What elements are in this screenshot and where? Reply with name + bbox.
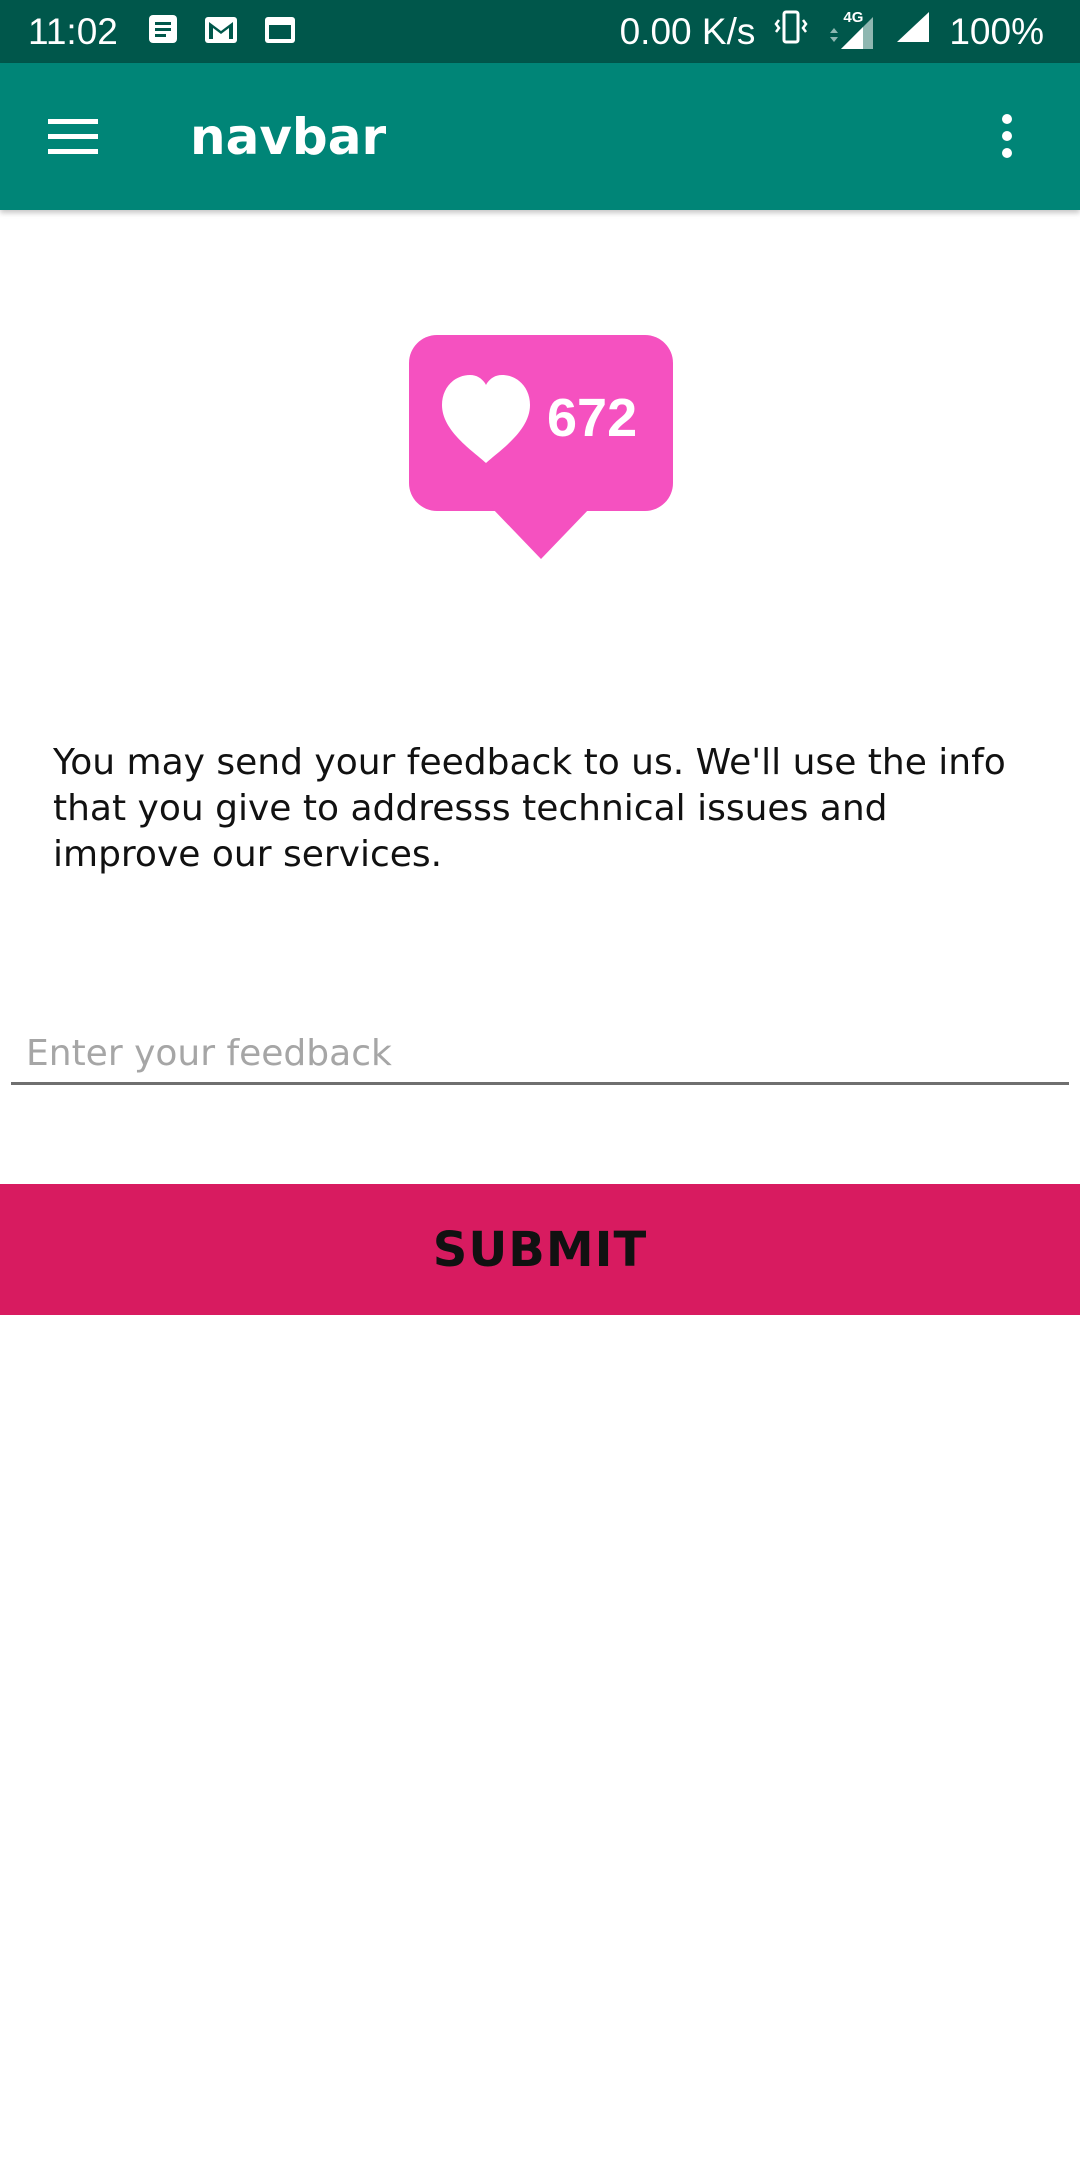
battery-level: 100% [949,10,1044,52]
net-speed: 0.00 K/s [619,10,756,52]
status-time: 11:02 [28,10,118,52]
feedback-input[interactable] [11,1025,1069,1085]
like-count: 672 [547,388,638,448]
status-bar: 11:02 0.00 K/s 4G 100% [0,0,1080,63]
menu-button[interactable] [36,100,110,174]
submit-button[interactable]: SUBMIT [0,1184,1080,1315]
feedback-info-text: You may send your feedback to us. We'll … [53,742,1006,875]
status-bar-right: 0.00 K/s 4G 100% [602,9,1044,53]
signal-4g-icon: 4G [827,9,877,51]
window-icon [264,11,296,53]
page-title: navbar [190,107,387,166]
notes-icon [148,11,178,53]
more-vert-icon [1002,114,1012,158]
status-bar-left: 11:02 [28,11,322,53]
overflow-menu-button[interactable] [970,99,1044,173]
vibrate-icon [773,10,809,53]
network-type: 4G [843,8,864,26]
signal-icon [895,10,931,53]
app-bar: navbar [0,63,1080,210]
like-badge: 672 [409,335,673,561]
gmail-icon [204,11,238,53]
hamburger-menu-icon [48,118,98,154]
